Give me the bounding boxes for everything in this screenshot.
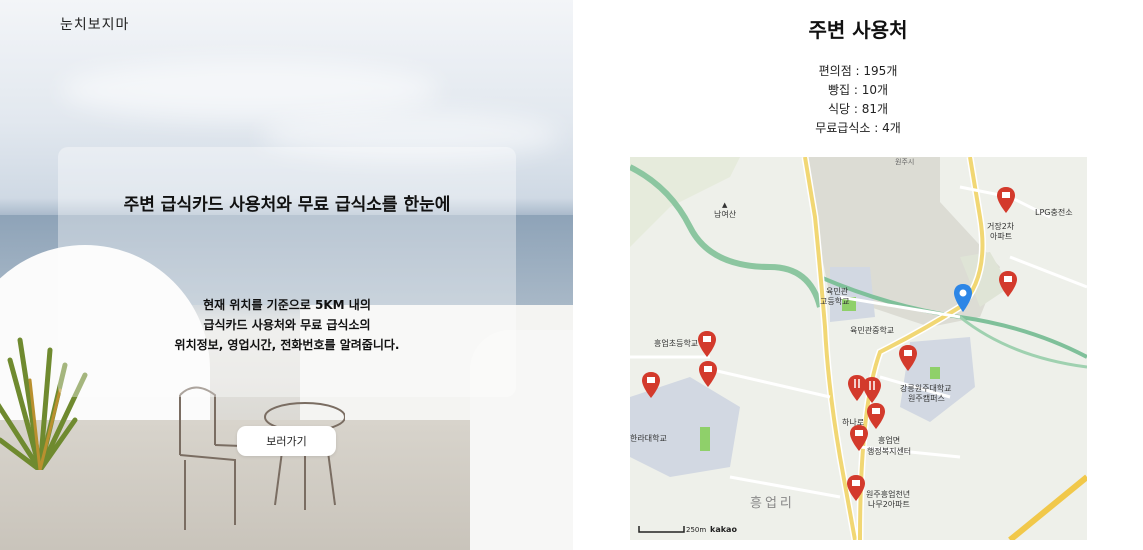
scale-label: 250m [686,526,707,534]
hero-description-line: 현재 위치를 기준으로 5KM 내의 [203,298,371,312]
map-label-office: 흥업면 [878,436,901,445]
scale-bar [638,526,685,533]
map-label-university: 원주캠퍼스 [908,394,945,403]
map-label-university: 한라대학교 [630,434,667,443]
mountain-icon: ▲ [722,201,728,209]
store-pin-icon[interactable] [899,345,917,371]
map-label-school: 고등학교 [820,297,850,306]
nearby-title: 주변 사용처 [808,18,908,42]
nearby-stats: 편의점 : 195개 빵집 : 10개 식당 : 81개 무료급식소 : 4개 [573,62,1143,138]
stat-restaurant: 식당 : 81개 [827,102,889,116]
store-pin-icon[interactable] [698,331,716,357]
stat-bakery: 빵집 : 10개 [827,83,889,97]
map-view[interactable]: 남여산 ▲ LPG충전소 거장2차 아파트 육민관 고등학교 육민관중학교 흥업… [630,157,1087,540]
hero-description-line: 급식카드 사용처와 무료 급식소의 [203,318,371,332]
store-pin-icon[interactable] [997,187,1015,213]
view-button[interactable]: 보러가기 [237,426,336,456]
map-label-office: 행정복지센터 [867,447,912,456]
logo[interactable]: 눈치보지마 [60,14,129,34]
current-location-icon[interactable] [954,284,972,312]
stat-free-meal: 무료급식소 : 4개 [815,121,901,135]
store-pin-icon[interactable] [999,271,1017,297]
map-label-area: 흥업리 [750,496,795,511]
hero-section: 눈치보지마 주변 급식카드 사용처와 무료 급식소를 한눈에 현재 위치를 기준… [0,0,573,550]
store-pin-icon[interactable] [642,372,660,398]
chair-image [179,386,345,530]
store-pin-icon[interactable] [699,361,717,387]
hero-overlay-card [58,147,516,397]
map-label-lpg: LPG충전소 [1035,208,1073,217]
hero-description: 현재 위치를 기준으로 5KM 내의 급식카드 사용처와 무료 급식소의 위치정… [58,295,516,355]
store-pin-icon[interactable] [847,475,865,501]
hero-title: 주변 급식카드 사용처와 무료 급식소를 한눈에 [123,195,451,215]
map-label-road: 원주시 [895,158,915,166]
map-label-school: 흥업초등학교 [654,339,699,348]
map-label-apt: 아파트 [990,232,1013,241]
hero-description-line: 위치정보, 영업시간, 전화번호를 알려줍니다. [174,338,400,352]
map-label-mountain: 남여산 [714,210,737,219]
restaurant-pin-icon[interactable] [863,377,881,403]
store-pin-icon[interactable] [850,425,868,451]
map-label-school: 육민관중학교 [850,326,895,335]
stat-convenience-store: 편의점 : 195개 [818,64,898,78]
map-provider-logo[interactable]: kakao [710,525,737,534]
map-label-apt: 나무2아파트 [868,500,910,509]
store-pin-icon[interactable] [867,403,885,429]
